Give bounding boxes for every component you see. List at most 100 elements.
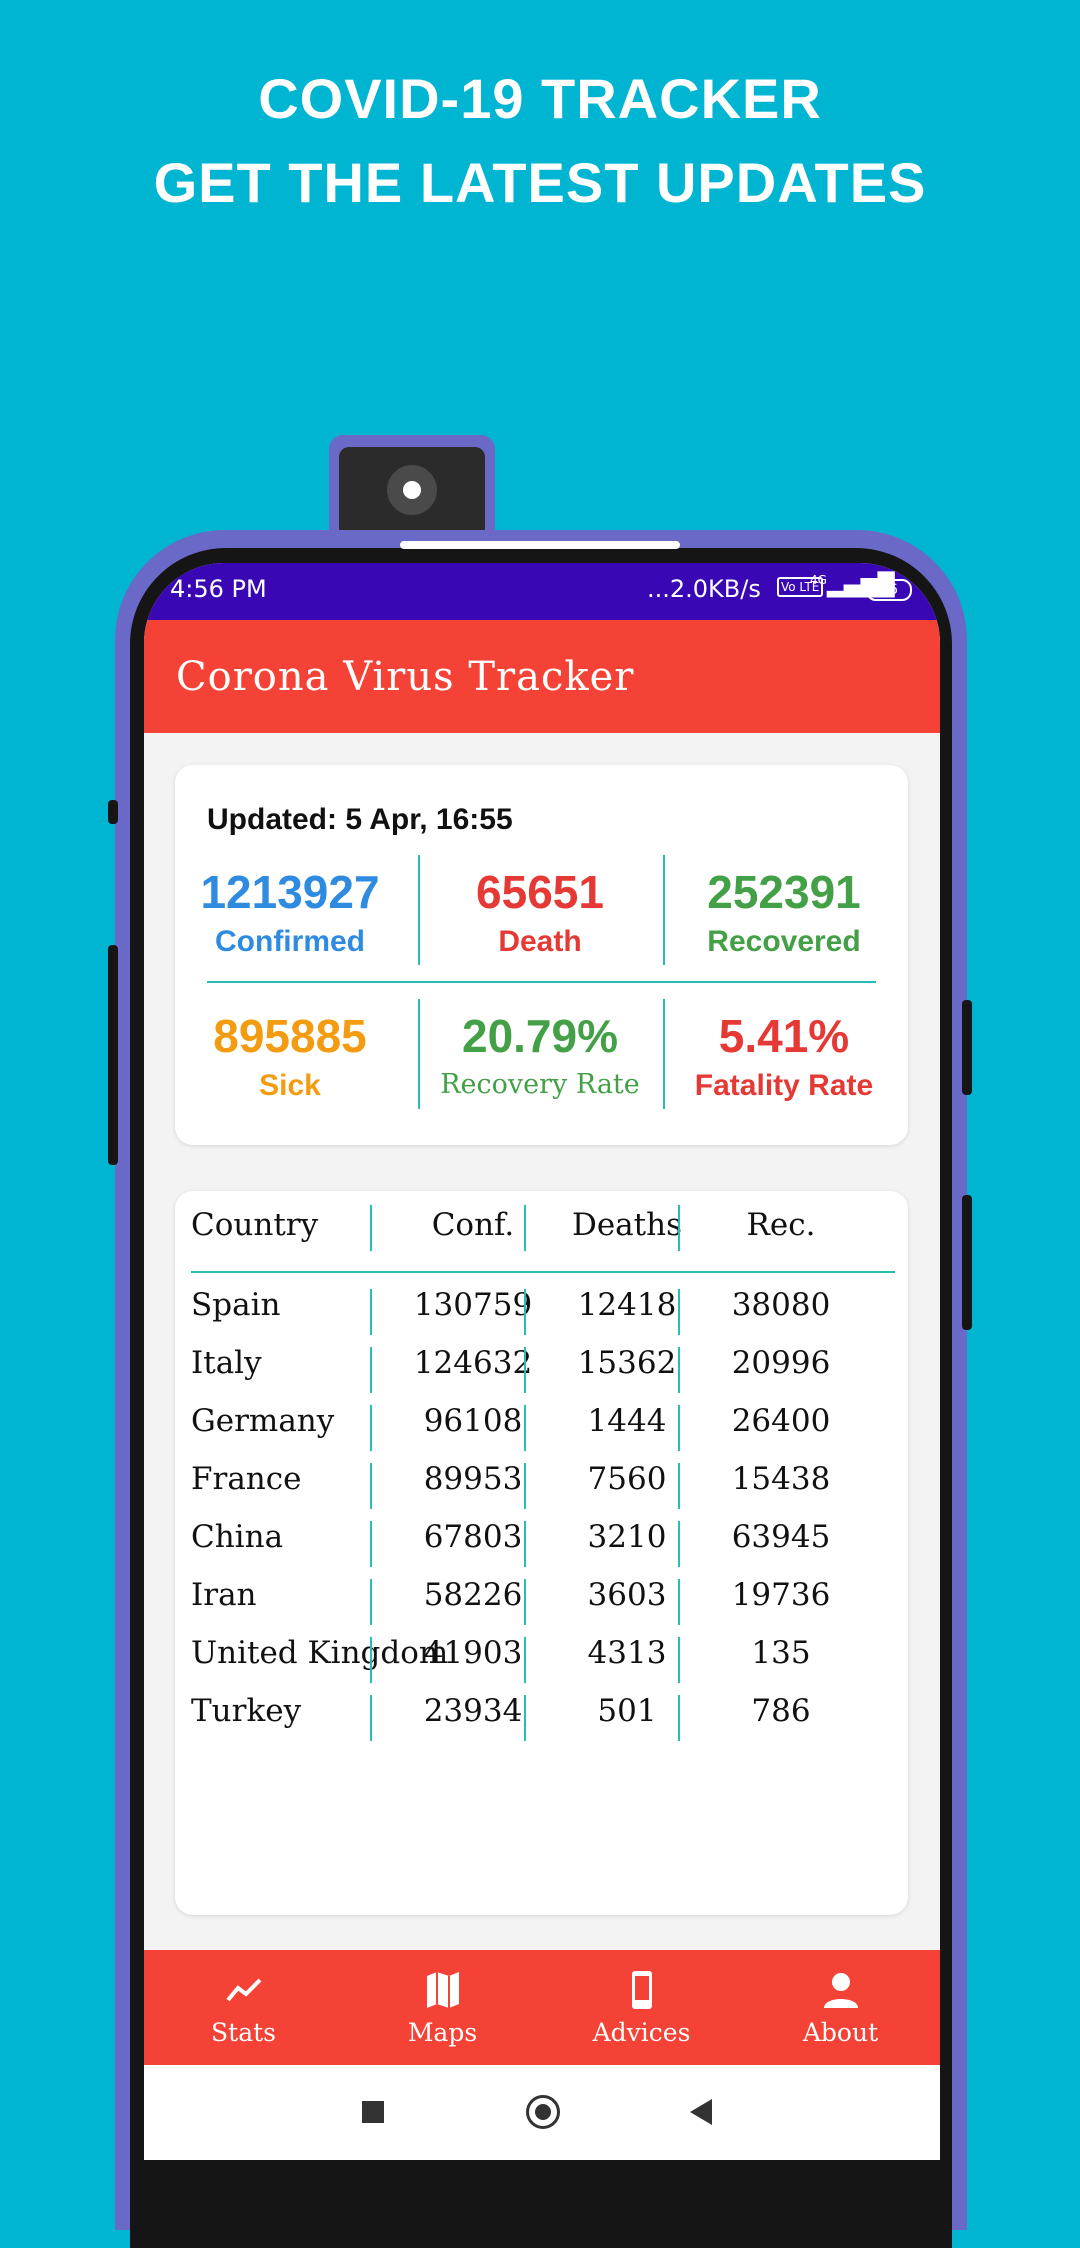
divider — [418, 999, 420, 1109]
recovered-label: Recovered — [707, 925, 861, 958]
nav-stats[interactable]: Stats — [144, 1950, 343, 2065]
recovered-count: 63945 — [731, 1519, 831, 1555]
column-divider — [524, 1579, 526, 1625]
recovered-count: 19736 — [731, 1577, 831, 1613]
column-divider — [524, 1405, 526, 1451]
fatality-rate-value: 5.41% — [718, 1010, 850, 1062]
column-divider — [524, 1637, 526, 1683]
updated-timestamp: Updated: 5 Apr, 16:55 — [207, 803, 513, 836]
phone-icon — [632, 1971, 652, 2009]
home-button[interactable] — [526, 2095, 560, 2129]
column-divider — [678, 1521, 680, 1567]
column-divider — [370, 1695, 372, 1741]
column-divider — [524, 1205, 526, 1251]
nav-advices[interactable]: Advices — [542, 1950, 741, 2065]
recovered-count: 38080 — [731, 1287, 831, 1323]
column-divider — [524, 1463, 526, 1509]
country-name: Spain — [191, 1287, 281, 1323]
back-button[interactable] — [690, 2099, 712, 2125]
app-title: Corona Virus Tracker — [176, 654, 635, 700]
country-name: Italy — [191, 1345, 262, 1381]
app-bar: Corona Virus Tracker — [144, 620, 940, 733]
column-divider — [678, 1463, 680, 1509]
recovery-rate-label: Recovery Rate — [440, 1069, 640, 1100]
sick-label: Sick — [259, 1069, 321, 1102]
column-divider — [678, 1695, 680, 1741]
nav-stats-label: Stats — [211, 2018, 276, 2047]
recovered-count: 135 — [751, 1635, 811, 1671]
country-name: Turkey — [191, 1693, 302, 1729]
recovered-count: 786 — [751, 1693, 811, 1729]
death-label: Death — [498, 925, 582, 958]
divider — [207, 981, 876, 983]
stat-fatality-rate: 5.41% Fatality Rate — [669, 1009, 899, 1103]
column-divider — [678, 1205, 680, 1251]
phone-speaker — [400, 541, 680, 549]
column-divider — [524, 1347, 526, 1393]
side-button — [108, 945, 118, 1165]
confirmed-label: Confirmed — [215, 925, 365, 958]
column-divider — [678, 1579, 680, 1625]
recovery-rate-value: 20.79% — [461, 1010, 618, 1062]
column-divider — [524, 1521, 526, 1567]
nav-about-label: About — [802, 2018, 879, 2047]
map-icon — [427, 1972, 459, 2008]
recovered-count: 26400 — [731, 1403, 831, 1439]
stat-confirmed: 1213927 Confirmed — [175, 865, 405, 959]
camera-lens-icon — [387, 465, 437, 515]
sick-value: 895885 — [213, 1010, 367, 1062]
side-button — [108, 800, 118, 824]
divider — [418, 855, 420, 965]
stat-recovery-rate: 20.79% Recovery Rate — [425, 1009, 655, 1100]
column-divider — [678, 1289, 680, 1335]
column-divider — [370, 1405, 372, 1451]
popup-camera — [329, 435, 495, 542]
phone-screen: 4:56 PM ...2.0KB/s Vo LTE 4G▂▄▆█ 36 Coro… — [144, 563, 940, 2160]
stat-death: 65651 Death — [425, 865, 655, 959]
stat-sick: 895885 Sick — [175, 1009, 405, 1103]
fatality-rate-label: Fatality Rate — [694, 1069, 874, 1102]
side-button — [962, 1195, 972, 1330]
column-divider — [370, 1579, 372, 1625]
status-bar: 4:56 PM ...2.0KB/s Vo LTE 4G▂▄▆█ 36 — [144, 563, 940, 620]
recovered-count: 20996 — [731, 1345, 831, 1381]
promo-headline-1: COVID-19 TRACKER — [258, 67, 822, 130]
column-divider — [370, 1521, 372, 1567]
confirmed-value: 1213927 — [200, 866, 380, 918]
column-divider — [370, 1463, 372, 1509]
column-divider — [678, 1637, 680, 1683]
column-divider — [524, 1695, 526, 1741]
country-name: Iran — [191, 1577, 257, 1613]
country-name: France — [191, 1461, 302, 1497]
column-divider — [678, 1405, 680, 1451]
bottom-navigation: Stats Maps Advices About — [144, 1950, 940, 2065]
column-divider — [370, 1347, 372, 1393]
header-divider — [191, 1271, 895, 1273]
column-divider — [524, 1289, 526, 1335]
divider — [663, 855, 665, 965]
header-rec: Rec. — [746, 1207, 816, 1243]
battery-icon: 36 — [866, 579, 912, 601]
nav-maps[interactable]: Maps — [343, 1950, 542, 2065]
death-value: 65651 — [476, 866, 604, 918]
nav-about[interactable]: About — [741, 1950, 940, 2065]
country-name: Germany — [191, 1403, 335, 1439]
header-country: Country — [191, 1207, 319, 1243]
status-time: 4:56 PM — [170, 575, 267, 603]
recovered-value: 252391 — [707, 866, 861, 918]
column-divider — [678, 1347, 680, 1393]
country-table: Country Conf. Deaths Rec. Spain 130759 124… — [175, 1191, 908, 1915]
recents-button[interactable] — [362, 2101, 384, 2123]
stat-recovered: 252391 Recovered — [669, 865, 899, 959]
column-divider — [370, 1637, 372, 1683]
column-divider — [370, 1205, 372, 1251]
trend-icon — [226, 1978, 262, 2002]
promo-headline-2: GET THE LATEST UPDATES — [153, 151, 927, 214]
nav-advices-label: Advices — [592, 2018, 691, 2047]
nav-maps-label: Maps — [407, 2018, 478, 2047]
system-navigation-bar — [144, 2065, 940, 2160]
summary-card: Updated: 5 Apr, 16:55 1213927 Confirmed … — [175, 765, 908, 1145]
side-button — [962, 1000, 972, 1095]
column-divider — [370, 1289, 372, 1335]
country-name: China — [191, 1519, 284, 1555]
